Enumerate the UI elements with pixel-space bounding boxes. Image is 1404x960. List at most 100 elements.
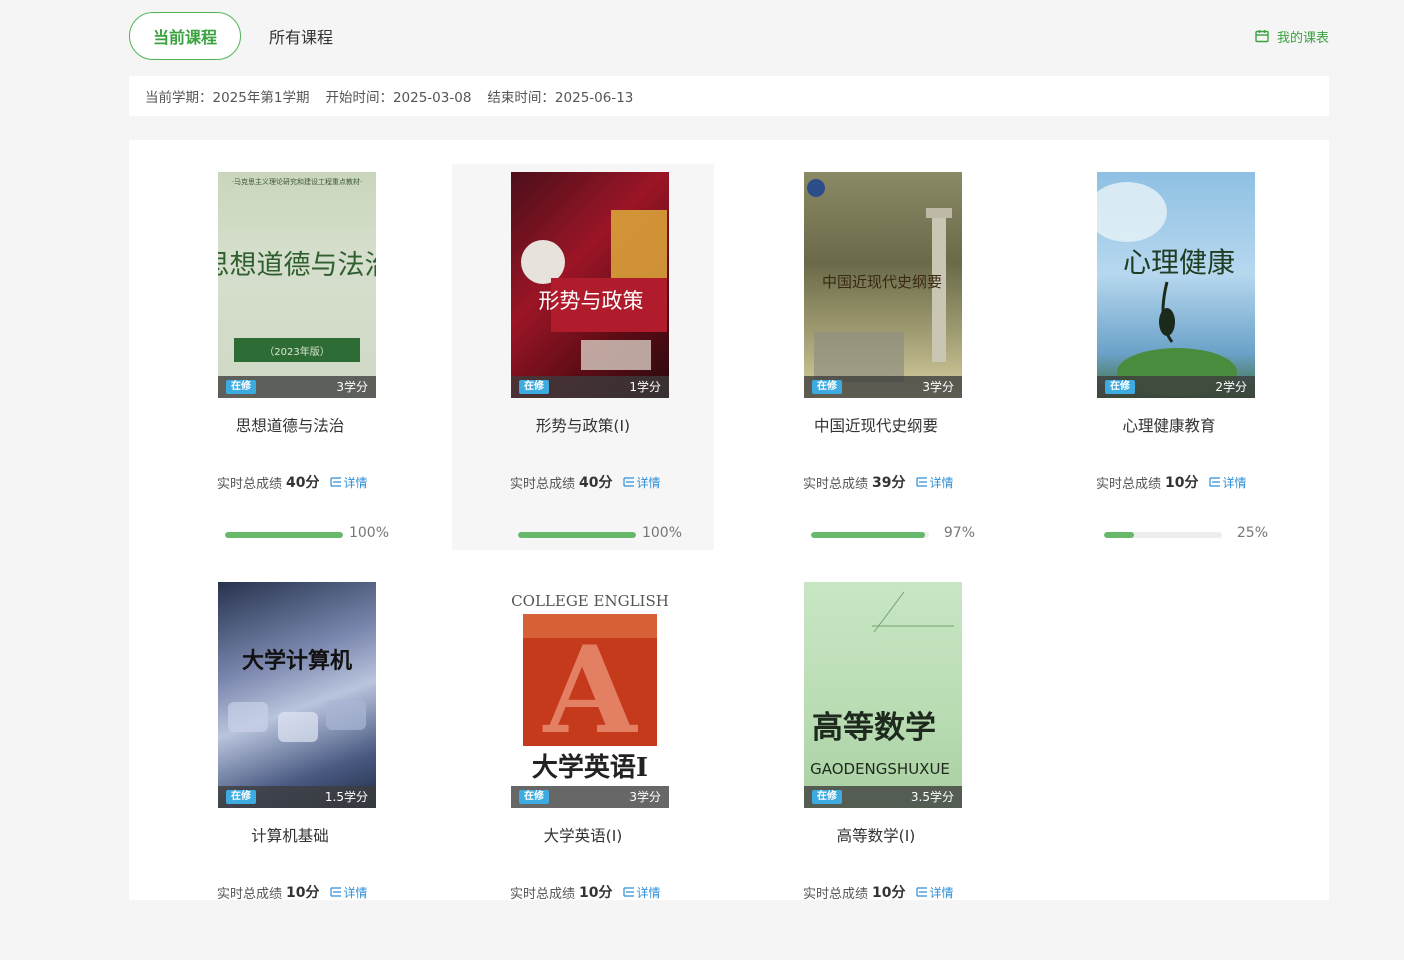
list-icon xyxy=(915,477,927,487)
course-cover-art: 中国近现代史纲要 xyxy=(807,179,952,382)
detail-label: 详情 xyxy=(929,475,954,490)
course-credit: 3学分 xyxy=(629,790,661,804)
course-panel: ·马克思主义理论研究和建设工程重点教材· 思想道德与法治 （2023年版） 在修… xyxy=(129,140,1329,902)
detail-label: 详情 xyxy=(343,475,368,490)
score-value: 40分 xyxy=(286,475,320,491)
progress-fill xyxy=(1104,532,1134,538)
course-name[interactable]: 高等数学(Ⅰ) xyxy=(745,824,1007,846)
course-credit: 2学分 xyxy=(1215,380,1247,394)
course-name[interactable]: 思想道德与法治 xyxy=(159,414,421,436)
course-name[interactable]: 形势与政策(Ⅰ) xyxy=(452,414,714,436)
score-label: 实时总成绩 xyxy=(510,476,576,492)
term-end-date: 结束时间：2025-06-13 xyxy=(487,90,634,106)
score-row: 实时总成绩 10分 详情 xyxy=(510,882,661,902)
status-badge: 在修 xyxy=(1105,380,1135,394)
tab-all-courses[interactable]: 所有课程 xyxy=(269,12,333,60)
progress-percent: 25% xyxy=(1236,525,1268,541)
list-icon xyxy=(622,887,634,897)
progress-bar xyxy=(1104,532,1222,538)
status-badge: 在修 xyxy=(226,790,256,804)
progress-percent: 100% xyxy=(348,525,389,541)
cover-title: 大学英语Ⅰ xyxy=(532,752,648,783)
progress-bar xyxy=(225,532,343,538)
detail-link[interactable]: 详情 xyxy=(915,884,954,901)
course-credit: 3学分 xyxy=(922,380,954,394)
course-cover-art: 大学计算机 xyxy=(228,648,366,742)
score-label: 实时总成绩 xyxy=(217,886,283,902)
cover-text: ·马克思主义理论研究和建设工程重点教材· xyxy=(232,177,362,186)
detail-link[interactable]: 详情 xyxy=(329,474,368,491)
detail-label: 详情 xyxy=(636,475,661,490)
course-card[interactable]: 大学计算机 在修 1.5学分 计算机基础 实时总成绩 10分 详情 xyxy=(159,574,421,960)
my-schedule-link[interactable]: 我的课表 xyxy=(1255,26,1329,46)
course-card[interactable]: COLLEGE ENGLISH A 大学英语Ⅰ 在修 3学分 大学英语(Ⅰ) 实… xyxy=(452,574,714,960)
course-card[interactable]: 形势与政策 在修 1学分 形势与政策(Ⅰ) 实时总成绩 40分 详情 100% xyxy=(452,164,714,550)
list-icon xyxy=(622,477,634,487)
cover-title: 高等数学 xyxy=(812,710,936,746)
score-value: 39分 xyxy=(872,475,906,491)
course-card[interactable]: 心理健康 在修 2学分 心理健康教育 实时总成绩 10分 详情 25% xyxy=(1038,164,1300,550)
score-row: 实时总成绩 10分 详情 xyxy=(217,882,368,902)
cover-title: 心理健康 xyxy=(1123,246,1235,279)
course-card[interactable]: 高等数学 GAODENGSHUXUE 在修 3.5学分 高等数学(Ⅰ) 实时总成… xyxy=(745,574,1007,960)
detail-link[interactable]: 详情 xyxy=(329,884,368,901)
course-cover-art: 高等数学 GAODENGSHUXUE xyxy=(810,591,954,778)
course-cover[interactable]: 中国近现代史纲要 在修 3学分 xyxy=(804,172,962,398)
course-cover-art: COLLEGE ENGLISH A 大学英语Ⅰ xyxy=(511,592,669,783)
course-name[interactable]: 计算机基础 xyxy=(159,824,421,846)
detail-link[interactable]: 详情 xyxy=(622,884,661,901)
detail-label: 详情 xyxy=(636,885,661,900)
tab-current-courses[interactable]: 当前课程 xyxy=(129,12,241,60)
course-name[interactable]: 大学英语(Ⅰ) xyxy=(452,824,714,846)
course-cover[interactable]: 高等数学 GAODENGSHUXUE 在修 3.5学分 xyxy=(804,582,962,808)
course-cover[interactable]: 形势与政策 在修 1学分 xyxy=(511,172,669,398)
status-badge: 在修 xyxy=(519,790,549,804)
course-cover[interactable]: 心理健康 在修 2学分 xyxy=(1097,172,1255,398)
course-credit: 3学分 xyxy=(336,380,368,394)
calendar-icon xyxy=(1255,30,1269,43)
course-name[interactable]: 心理健康教育 xyxy=(1038,414,1300,436)
score-value: 10分 xyxy=(1165,475,1199,491)
list-icon xyxy=(329,887,341,897)
progress-percent: 97% xyxy=(943,525,975,541)
my-schedule-label: 我的课表 xyxy=(1276,30,1329,46)
top-bar: 当前课程 所有课程 我的课表 xyxy=(129,12,1329,60)
status-badge: 在修 xyxy=(519,380,549,394)
course-cover[interactable]: ·马克思主义理论研究和建设工程重点教材· 思想道德与法治 （2023年版） 在修… xyxy=(218,172,376,398)
status-badge: 在修 xyxy=(226,380,256,394)
score-label: 实时总成绩 xyxy=(217,476,283,492)
course-cover[interactable]: 大学计算机 在修 1.5学分 xyxy=(218,582,376,808)
course-credit: 1.5学分 xyxy=(324,790,368,804)
score-label: 实时总成绩 xyxy=(803,886,869,902)
current-semester: 当前学期：2025年第1学期 xyxy=(145,90,310,106)
cover-title: 思想道德与法治 xyxy=(218,250,376,281)
cover-title: 形势与政策 xyxy=(539,289,644,313)
score-row: 实时总成绩 39分 详情 xyxy=(803,472,954,492)
term-info-bar: 当前学期：2025年第1学期 开始时间：2025-03-08 结束时间：2025… xyxy=(129,76,1329,116)
progress-fill xyxy=(518,532,636,538)
progress-fill xyxy=(225,532,343,538)
detail-link[interactable]: 详情 xyxy=(622,474,661,491)
detail-link[interactable]: 详情 xyxy=(1208,474,1247,491)
course-cover[interactable]: COLLEGE ENGLISH A 大学英语Ⅰ 在修 3学分 xyxy=(511,582,669,808)
score-label: 实时总成绩 xyxy=(1096,476,1162,492)
score-label: 实时总成绩 xyxy=(510,886,576,902)
list-icon xyxy=(329,477,341,487)
score-row: 实时总成绩 10分 详情 xyxy=(1096,472,1247,492)
detail-link[interactable]: 详情 xyxy=(915,474,954,491)
cover-edition: （2023年版） xyxy=(264,345,329,358)
course-name[interactable]: 中国近现代史纲要 xyxy=(745,414,1007,436)
progress-bar xyxy=(518,532,636,538)
course-cover-art: 心理健康 xyxy=(1097,182,1237,396)
list-icon xyxy=(915,887,927,897)
status-badge: 在修 xyxy=(812,790,842,804)
course-card[interactable]: ·马克思主义理论研究和建设工程重点教材· 思想道德与法治 （2023年版） 在修… xyxy=(159,164,421,550)
course-credit: 3.5学分 xyxy=(910,790,954,804)
score-value: 40分 xyxy=(579,475,613,491)
course-card[interactable]: 中国近现代史纲要 在修 3学分 中国近现代史纲要 实时总成绩 39分 详情 97… xyxy=(745,164,1007,550)
progress-fill xyxy=(811,532,926,538)
score-row: 实时总成绩 40分 详情 xyxy=(217,472,368,492)
course-cover-art: 形势与政策 xyxy=(521,210,667,370)
score-value: 10分 xyxy=(579,885,613,901)
cover-title: 中国近现代史纲要 xyxy=(822,273,942,291)
